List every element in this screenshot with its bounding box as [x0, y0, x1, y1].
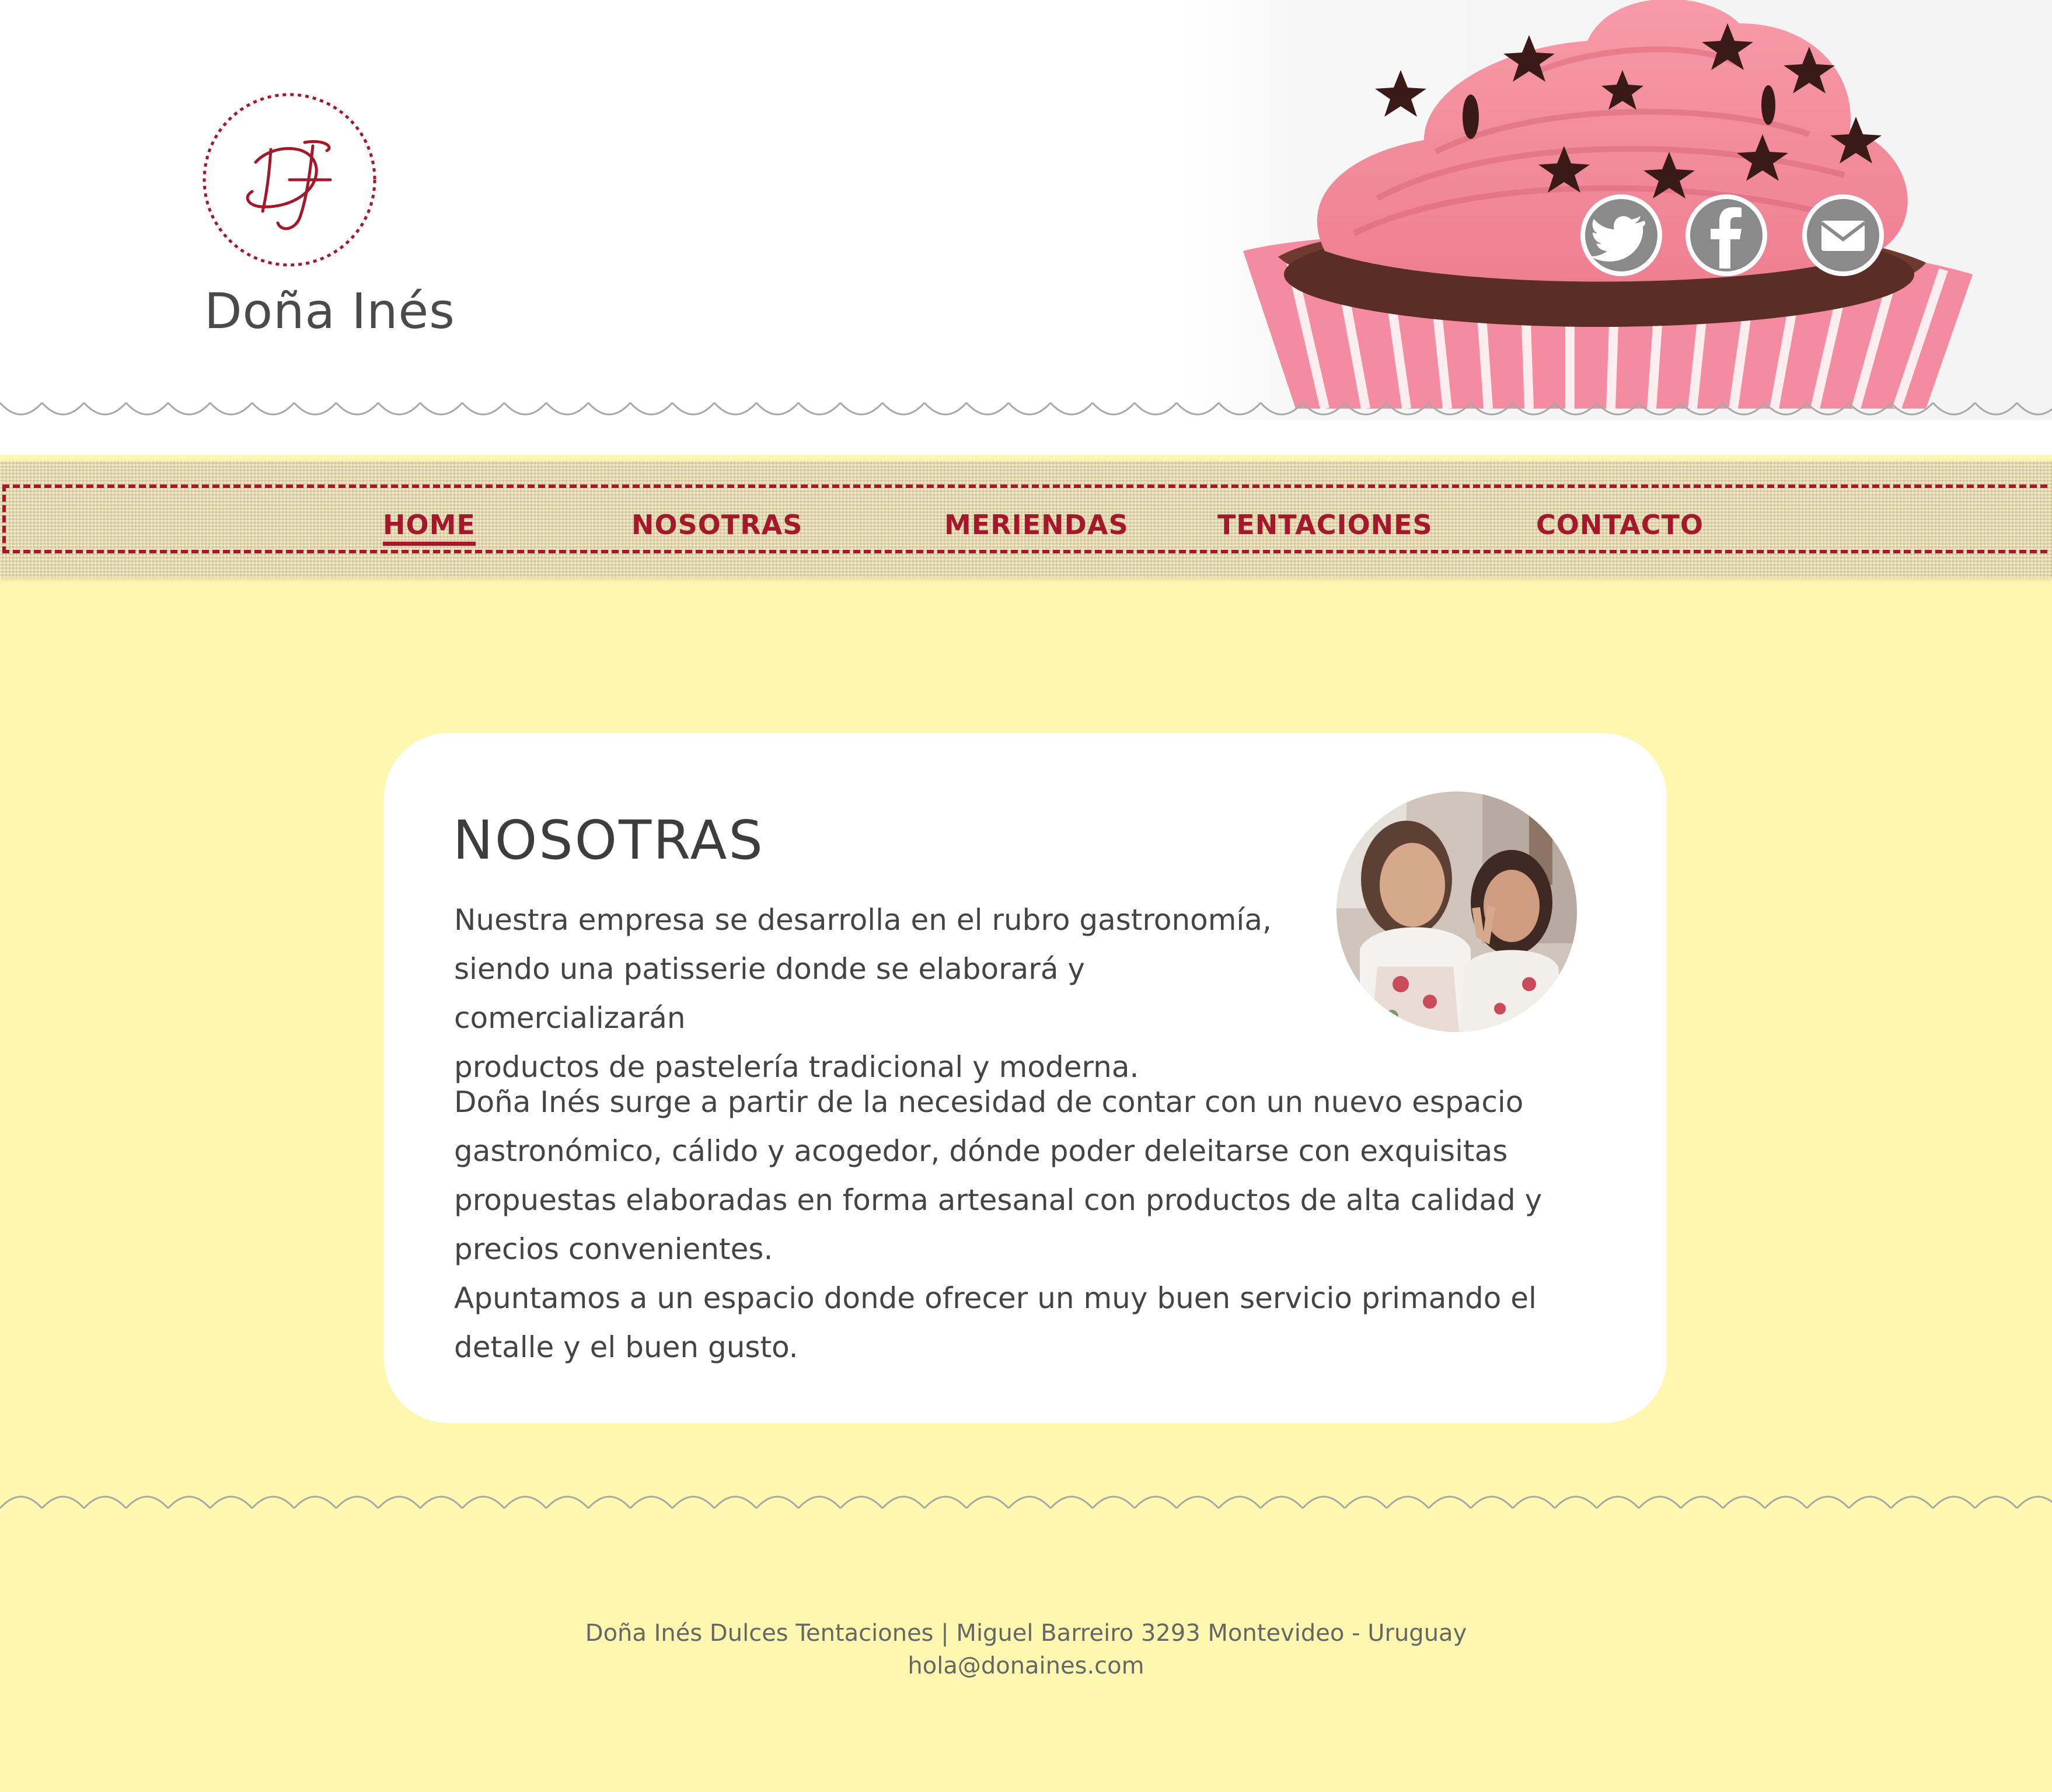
team-photo: [1336, 792, 1577, 1032]
scalloped-divider-bottom: [0, 1483, 2052, 1518]
nav-item-meriendas[interactable]: MERIENDAS: [944, 509, 1129, 541]
logo-monogram[interactable]: [202, 92, 377, 267]
page: Doña Inés HOME NOSOTRAS MERIENDAS TENTAC…: [0, 0, 2052, 1792]
footer-address: Doña Inés Dulces Tentaciones | Miguel Ba…: [585, 1620, 1467, 1647]
facebook-button[interactable]: [1685, 194, 1768, 277]
site-header: Doña Inés: [0, 0, 2052, 455]
nav-item-home[interactable]: HOME: [383, 509, 476, 546]
section-title: NOSOTRAS: [453, 809, 765, 871]
mail-icon: [1802, 194, 1884, 276]
nav-item-tentaciones[interactable]: TENTACIONES: [1217, 509, 1433, 541]
content-card: NOSOTRAS Nuestra empresa se desarrolla e…: [384, 733, 1667, 1423]
intro-paragraph: Nuestra empresa se desarrolla en el rubr…: [454, 903, 1272, 1084]
twitter-button[interactable]: [1580, 194, 1663, 277]
team-photo-image: [1336, 792, 1577, 1032]
monogram-emblem: [203, 93, 376, 267]
scalloped-divider-top: [0, 392, 2052, 427]
nav-item-contacto[interactable]: CONTACTO: [1536, 509, 1704, 541]
twitter-icon: [1580, 194, 1662, 276]
footer-email[interactable]: hola@donaines.com: [0, 1650, 2052, 1682]
site-footer: Doña Inés Dulces Tentaciones | Miguel Ba…: [0, 1617, 2052, 1682]
nav-item-nosotras[interactable]: NOSOTRAS: [631, 509, 802, 541]
email-button[interactable]: [1802, 194, 1885, 277]
brand-name: Doña Inés: [204, 283, 455, 340]
facebook-icon: [1685, 194, 1767, 276]
about-paragraph: Doña Inés surge a partir de la necesidad…: [454, 1085, 1543, 1364]
